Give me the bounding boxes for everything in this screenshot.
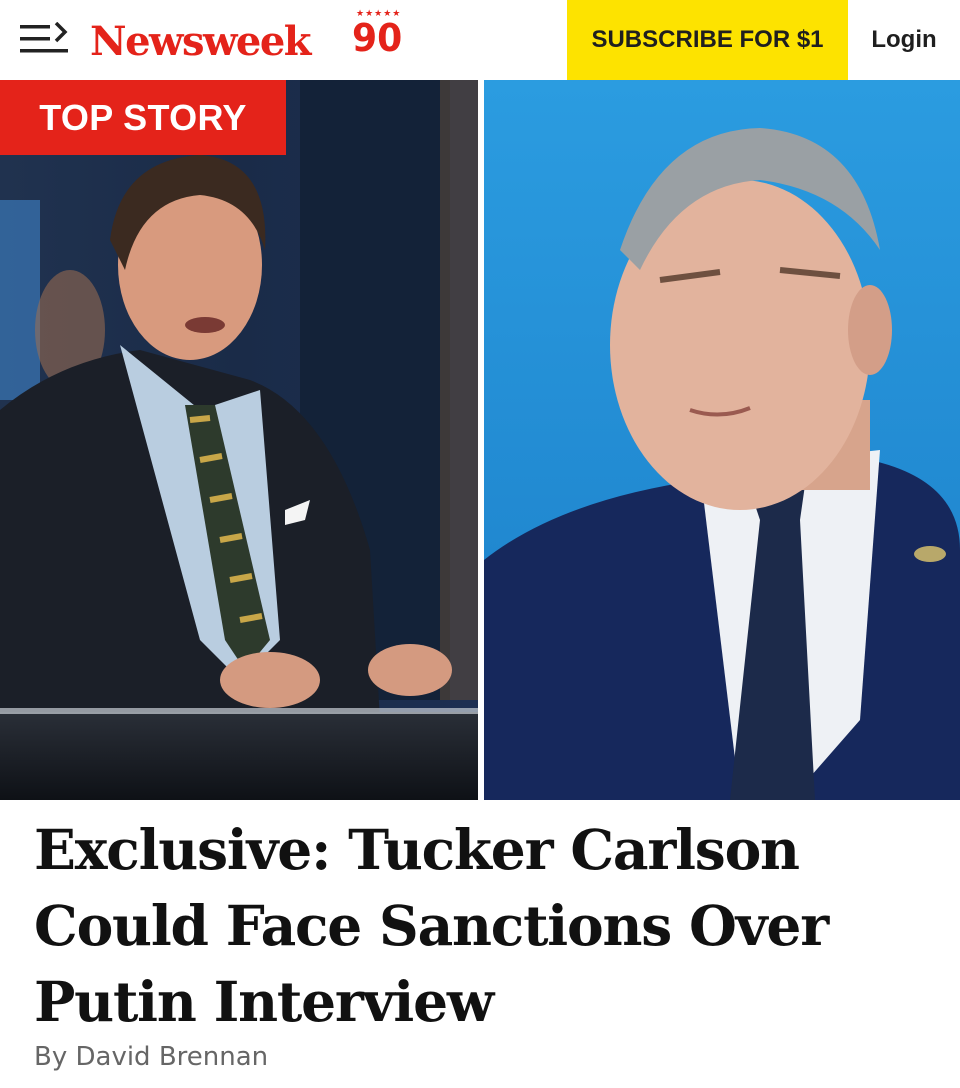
logo-anniversary-number: 90 [352,16,403,60]
hero-photo-illustration [0,80,960,800]
subscribe-button[interactable]: SUBSCRIBE FOR $1 [567,0,848,80]
menu-icon[interactable] [20,22,72,56]
top-story-badge: TOP STORY [0,80,286,155]
article-byline[interactable]: By David Brennan [34,1042,268,1072]
site-header: Newsweek ★★★★★ 90 SUBSCRIBE FOR $1 Login [0,0,960,80]
hero-image[interactable] [0,80,960,800]
login-link[interactable]: Login [848,0,960,80]
article-headline[interactable]: Exclusive: Tucker Carlson Could Face San… [34,812,924,1040]
logo-wordmark: Newsweek [90,18,312,65]
